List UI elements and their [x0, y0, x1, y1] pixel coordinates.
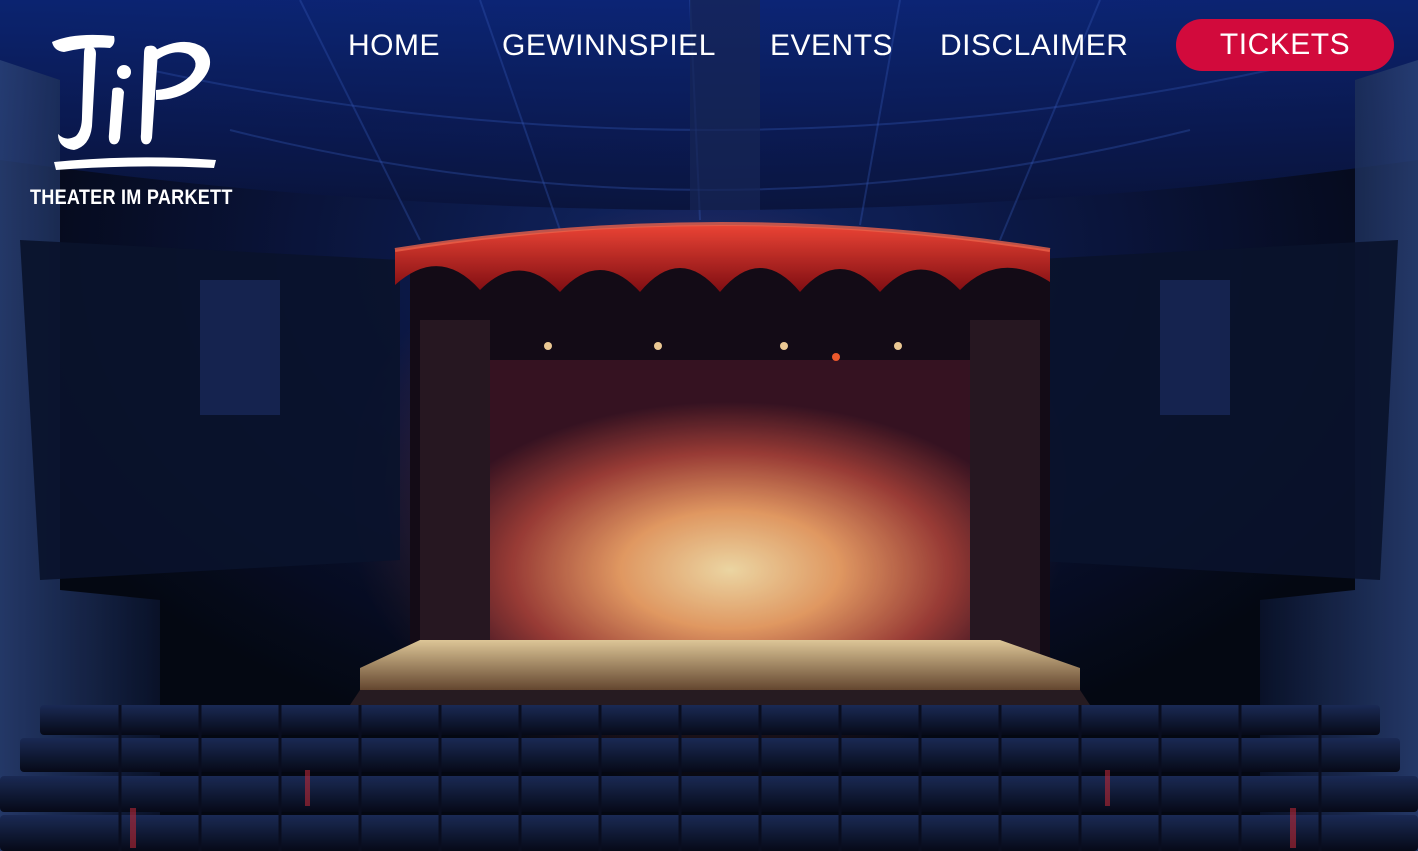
logo-subtitle: THEATER IM PARKETT: [30, 186, 233, 209]
page: THEATER IM PARKETT HOME GEWINNSPIEL EVEN…: [0, 0, 1418, 851]
nav-item-disclaimer[interactable]: DISCLAIMER: [940, 18, 1128, 74]
nav-item-home[interactable]: HOME: [348, 18, 440, 74]
tickets-button[interactable]: TICKETS: [1176, 19, 1394, 71]
nav-item-events[interactable]: EVENTS: [770, 18, 893, 74]
tip-logo-icon: [52, 34, 216, 170]
nav-item-gewinnspiel[interactable]: GEWINNSPIEL: [502, 18, 716, 74]
site-logo[interactable]: THEATER IM PARKETT: [30, 26, 240, 216]
main-navigation: HOME GEWINNSPIEL EVENTS DISCLAIMER TICKE…: [330, 18, 1398, 74]
